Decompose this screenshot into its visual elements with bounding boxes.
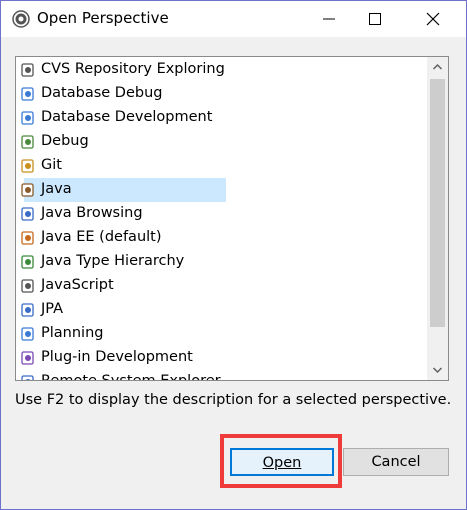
perspective-label: JPA xyxy=(41,301,64,317)
planning-icon xyxy=(21,327,34,341)
description-hint: Use F2 to display the description for a … xyxy=(15,392,452,408)
scroll-down-button[interactable] xyxy=(427,360,448,380)
perspective-item[interactable]: Git xyxy=(20,154,320,178)
scroll-thumb[interactable] xyxy=(430,79,445,327)
remote-system-explorer-icon xyxy=(21,375,34,380)
chevron-up-icon xyxy=(432,63,443,70)
cancel-button-label: Cancel xyxy=(371,454,421,470)
close-icon xyxy=(426,12,440,26)
perspective-item[interactable]: Java xyxy=(20,178,320,202)
perspective-item[interactable]: Java Type Hierarchy xyxy=(20,250,320,274)
perspective-label: Planning xyxy=(41,325,104,341)
java-browsing-icon xyxy=(21,207,34,221)
perspective-label: Java xyxy=(41,181,72,197)
debug-bug-icon xyxy=(21,135,34,149)
window-title: Open Perspective xyxy=(37,9,169,27)
minimize-button[interactable] xyxy=(306,1,352,37)
perspective-label: Plug-in Development xyxy=(41,349,193,365)
chevron-down-icon xyxy=(432,367,443,374)
eclipse-app-icon xyxy=(12,10,30,28)
perspective-label: Java Browsing xyxy=(41,205,143,221)
perspective-list[interactable]: CVS Repository Exploring Database Debug Da… xyxy=(15,56,449,381)
perspective-item[interactable]: CVS Repository Exploring xyxy=(20,58,320,82)
perspective-item[interactable]: Remote System Explorer xyxy=(20,370,320,381)
java-ee-icon xyxy=(21,231,34,245)
perspective-label: Java Type Hierarchy xyxy=(41,253,185,269)
cvs-repository-icon xyxy=(21,63,34,77)
perspective-item[interactable]: JPA xyxy=(20,298,320,322)
perspective-label: CVS Repository Exploring xyxy=(41,61,225,77)
perspective-item[interactable]: Java EE (default) xyxy=(20,226,320,250)
open-perspective-dialog: Open Perspective CVS Repository Explorin… xyxy=(0,0,467,510)
perspective-label: JavaScript xyxy=(41,277,114,293)
perspective-item[interactable]: Planning xyxy=(20,322,320,346)
title-bar: Open Perspective xyxy=(1,1,466,37)
git-icon xyxy=(21,159,34,173)
scroll-up-button[interactable] xyxy=(427,57,448,77)
annotation-highlight-box xyxy=(220,434,342,488)
perspective-item[interactable]: Debug xyxy=(20,130,320,154)
type-hierarchy-icon xyxy=(21,255,34,269)
jpa-icon xyxy=(21,303,34,317)
plugin-development-icon xyxy=(21,351,34,365)
maximize-icon xyxy=(369,13,381,25)
database-debug-icon xyxy=(21,87,34,101)
perspective-item[interactable]: Plug-in Development xyxy=(20,346,320,370)
perspective-item[interactable]: Java Browsing xyxy=(20,202,320,226)
perspective-label: Java EE (default) xyxy=(41,229,162,245)
perspective-label: Git xyxy=(41,157,62,173)
perspective-label: Database Debug xyxy=(41,85,163,101)
vertical-scrollbar[interactable] xyxy=(427,57,448,380)
java-icon xyxy=(21,183,34,197)
cancel-button[interactable]: Cancel xyxy=(343,448,449,476)
close-button[interactable] xyxy=(410,1,456,37)
perspective-item[interactable]: Database Development xyxy=(20,106,320,130)
maximize-button[interactable] xyxy=(352,1,398,37)
perspective-label: Database Development xyxy=(41,109,213,125)
javascript-icon xyxy=(21,279,34,293)
perspective-label: Debug xyxy=(41,133,89,149)
minimize-icon xyxy=(323,18,335,20)
perspective-item[interactable]: JavaScript xyxy=(20,274,320,298)
database-development-icon xyxy=(21,111,34,125)
perspective-label: Remote System Explorer xyxy=(41,373,221,381)
perspective-item[interactable]: Database Debug xyxy=(20,82,320,106)
